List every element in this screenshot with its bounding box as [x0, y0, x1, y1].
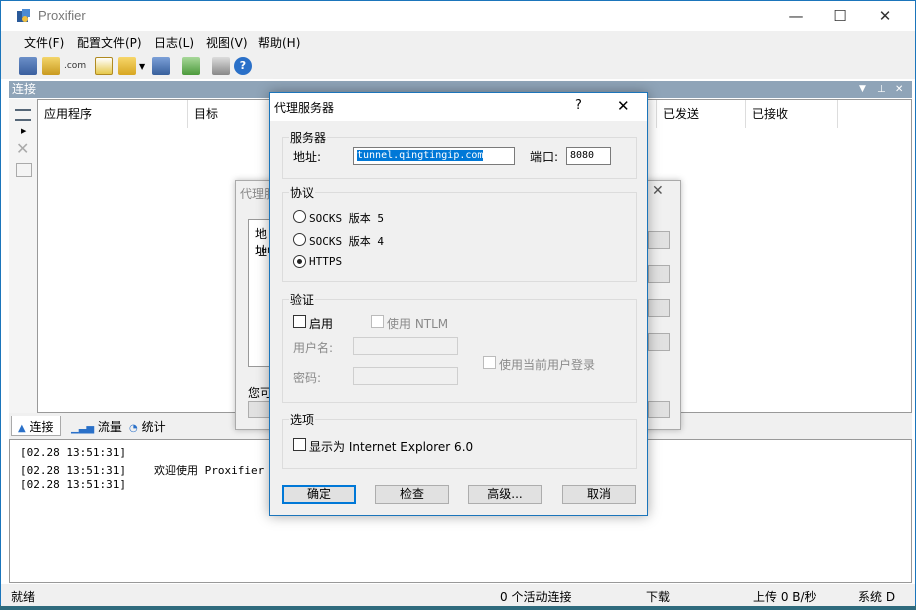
- window-title: Proxifier: [38, 8, 86, 23]
- close-button[interactable]: ✕: [862, 1, 908, 31]
- new-profile-icon[interactable]: [95, 57, 113, 75]
- maximize-button[interactable]: ☐: [817, 1, 863, 31]
- server-group-label: 服务器: [289, 129, 328, 146]
- proxy-server-dialog: 代理服务器 ? ✕ 服务器 地址: tunnel.qingtingip.com …: [269, 92, 648, 516]
- dialog-title: 代理服务器: [274, 101, 335, 115]
- connections-tab-icon: ▲: [18, 423, 26, 434]
- status-upload: 上传 0 B/秒: [753, 590, 817, 604]
- log-line: [02.28 13:51:31]: [20, 478, 126, 491]
- statistics-tab-icon: ◔: [129, 423, 138, 434]
- use-current-user-label: 使用当前用户登录: [499, 358, 596, 372]
- proxy-servers-icon[interactable]: [19, 57, 37, 75]
- dialog-close-button[interactable]: ✕: [617, 97, 630, 115]
- tab-traffic[interactable]: ▁▃▅ 流量: [65, 416, 128, 436]
- options-group-label: 选项: [289, 411, 316, 428]
- socks4-radio[interactable]: [293, 233, 306, 246]
- proxification-rules-icon[interactable]: [42, 57, 60, 75]
- traffic-tab-icon: ▁▃▅: [71, 423, 95, 434]
- enable-checkbox[interactable]: [293, 315, 306, 328]
- ok-button[interactable]: 确定: [282, 485, 356, 504]
- column-target[interactable]: 目标: [188, 100, 278, 128]
- minimize-button[interactable]: —: [773, 1, 819, 31]
- tab-traffic-label: 流量: [97, 420, 122, 434]
- socks5-radio[interactable]: [293, 210, 306, 223]
- export-icon[interactable]: [182, 57, 200, 75]
- socks4-label: SOCKS 版本 4: [309, 235, 384, 248]
- proxifier-logo-icon: [17, 9, 30, 22]
- menu-log[interactable]: 日志(L): [154, 34, 194, 51]
- check-button[interactable]: 检查: [375, 485, 449, 504]
- address-input[interactable]: tunnel.qingtingip.com: [353, 147, 515, 165]
- expand-arrow-icon[interactable]: ▶: [21, 127, 26, 135]
- log-line: [02.28 13:51:31]: [20, 446, 126, 459]
- list-view-icon[interactable]: [15, 109, 31, 121]
- menu-view[interactable]: 视图(V): [206, 34, 248, 51]
- pin-icon[interactable]: ⊥: [877, 81, 886, 98]
- menu-profile[interactable]: 配置文件(P): [77, 34, 142, 51]
- bg-dialog-close-icon[interactable]: ✕: [652, 183, 664, 199]
- bg-button[interactable]: [648, 265, 670, 283]
- column-sent[interactable]: 已发送: [656, 100, 746, 128]
- status-bar: 就绪 0 个活动连接 下载 上传 0 B/秒 系统 D: [1, 584, 915, 606]
- use-current-user-checkbox[interactable]: [483, 356, 496, 369]
- https-label: HTTPS: [309, 255, 343, 268]
- print-icon[interactable]: [212, 57, 230, 75]
- save-profile-icon[interactable]: [152, 57, 170, 75]
- side-toolbar: ▶ ✕: [9, 99, 37, 413]
- panel-close-icon[interactable]: ✕: [895, 81, 903, 98]
- bg-button[interactable]: [648, 401, 670, 418]
- username-label: 用户名:: [293, 341, 334, 355]
- advanced-button[interactable]: 高级...: [468, 485, 542, 504]
- dialog-help-button[interactable]: ?: [575, 98, 582, 113]
- close-connection-icon[interactable]: ✕: [16, 139, 29, 158]
- tab-connections-label: 连接: [29, 420, 54, 434]
- status-active-connections: 0 个活动连接: [500, 590, 572, 604]
- enable-label: 启用: [309, 317, 334, 331]
- window-icon[interactable]: [16, 163, 32, 177]
- bg-button[interactable]: [648, 333, 670, 351]
- column-received[interactable]: 已接收: [746, 100, 838, 128]
- show-as-ie-label: 显示为 Internet Explorer 6.0: [309, 440, 474, 454]
- open-profile-icon[interactable]: [118, 57, 136, 75]
- bg-button[interactable]: [648, 299, 670, 317]
- menu-file[interactable]: 文件(F): [24, 34, 64, 51]
- address-value: tunnel.qingtingip.com: [357, 150, 484, 161]
- name-resolution-icon[interactable]: .com: [64, 57, 86, 75]
- menu-bar: 文件(F) 配置文件(P) 日志(L) 视图(V) 帮助(H): [1, 31, 915, 53]
- tab-connections[interactable]: ▲ 连接: [11, 416, 61, 436]
- show-as-ie-checkbox[interactable]: [293, 438, 306, 451]
- tab-statistics-label: 统计: [141, 420, 166, 434]
- title-bar: Proxifier — ☐ ✕: [1, 1, 915, 31]
- auth-group: [282, 299, 637, 403]
- column-application[interactable]: 应用程序: [38, 100, 188, 128]
- port-input[interactable]: 8080: [566, 147, 611, 165]
- use-ntlm-checkbox[interactable]: [371, 315, 384, 328]
- protocol-group-label: 协议: [289, 184, 316, 201]
- panel-menu-icon[interactable]: ▼: [859, 81, 866, 98]
- tab-statistics[interactable]: ◔ 统计: [123, 416, 172, 436]
- dropdown-arrow-icon[interactable]: ▼: [139, 62, 145, 71]
- auth-group-label: 验证: [289, 291, 316, 308]
- connections-panel-title: 连接: [12, 82, 37, 96]
- port-label: 端口:: [530, 150, 559, 164]
- menu-help[interactable]: 帮助(H): [258, 34, 300, 51]
- password-label: 密码:: [293, 371, 322, 385]
- toolbar: .com ▼ ?: [1, 53, 915, 79]
- password-input[interactable]: [353, 367, 458, 385]
- status-system: 系统 D: [858, 590, 896, 604]
- bg-button[interactable]: [648, 231, 670, 249]
- cancel-button[interactable]: 取消: [562, 485, 636, 504]
- use-ntlm-label: 使用 NTLM: [387, 317, 449, 331]
- log-line: [02.28 13:51:31] 欢迎使用 Proxifier 3.: [20, 464, 285, 477]
- https-radio[interactable]: [293, 255, 306, 268]
- status-ready: 就绪: [11, 590, 36, 604]
- address-label: 地址:: [293, 150, 322, 164]
- dialog-title-bar: 代理服务器 ? ✕: [270, 93, 647, 121]
- status-download: 下载: [646, 590, 671, 604]
- socks5-label: SOCKS 版本 5: [309, 212, 384, 225]
- help-icon[interactable]: ?: [234, 57, 252, 75]
- username-input[interactable]: [353, 337, 458, 355]
